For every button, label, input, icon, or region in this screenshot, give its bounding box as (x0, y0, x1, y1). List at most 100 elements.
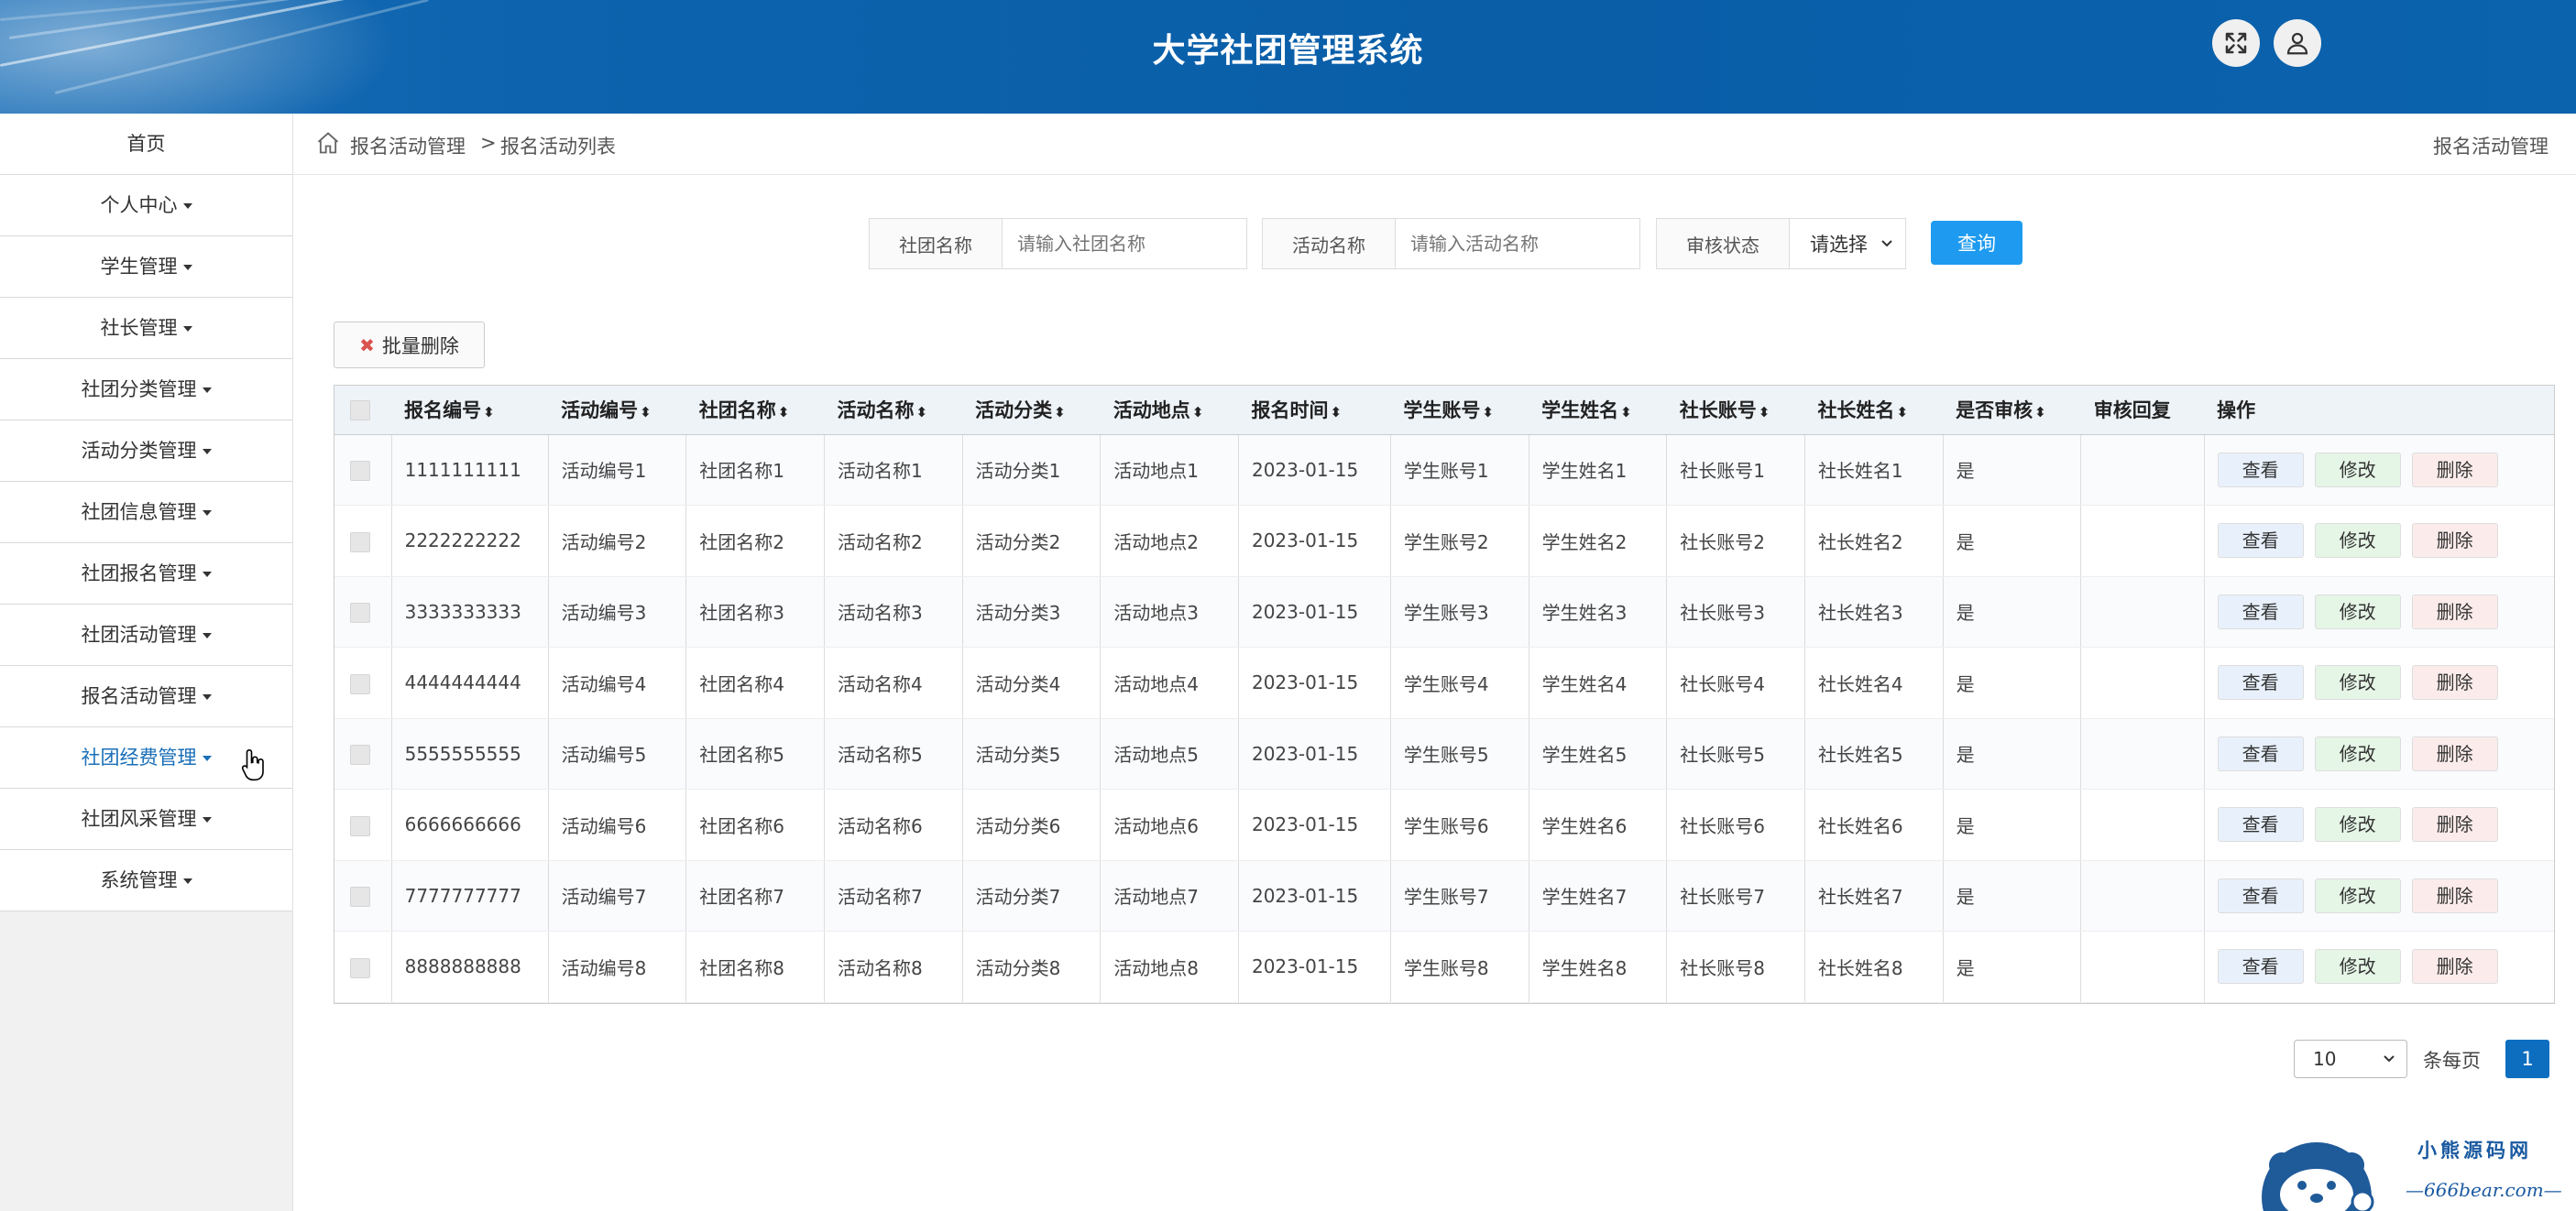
sidebar: 首页 个人中心 学生管理 社长管理 社团分类管理 活动分类管理 社团信息管理 社… (0, 114, 293, 1211)
view-button[interactable]: 查看 (2217, 523, 2304, 559)
edit-button[interactable]: 修改 (2314, 736, 2401, 771)
edit-button[interactable]: 修改 (2314, 452, 2401, 487)
review-status-select[interactable]: 请选择 (1790, 219, 1905, 268)
delete-button[interactable]: 删除 (2411, 807, 2498, 843)
column-header[interactable]: 学生账号 ⬍ (1390, 386, 1529, 435)
sidebar-item-presidents[interactable]: 社长管理 (0, 298, 292, 359)
column-header[interactable]: 社长账号 ⬍ (1666, 386, 1805, 435)
column-header[interactable]: 是否审核 ⬍ (1943, 386, 2081, 435)
column-header[interactable]: 学生姓名 ⬍ (1529, 386, 1667, 435)
sidebar-item-activity-signup[interactable]: 报名活动管理 (0, 666, 292, 727)
view-button[interactable]: 查看 (2217, 949, 2304, 985)
row-checkbox[interactable] (350, 745, 370, 765)
select-all-checkbox[interactable] (350, 400, 370, 421)
column-header[interactable]: 活动地点 ⬍ (1100, 386, 1239, 435)
sort-icon[interactable]: ⬍ (1759, 404, 1770, 420)
row-checkbox[interactable] (350, 887, 370, 907)
table-cell: 学生姓名5 (1529, 718, 1668, 790)
table-cell: 社长姓名2 (1804, 505, 1944, 577)
sidebar-item-activity-categories[interactable]: 活动分类管理 (0, 420, 292, 482)
column-header[interactable]: 活动分类 ⬍ (962, 386, 1101, 435)
sort-icon[interactable]: ⬍ (1620, 404, 1632, 420)
sidebar-item-home[interactable]: 首页 (0, 114, 292, 175)
sort-icon[interactable]: ⬍ (1896, 404, 1908, 420)
row-checkbox[interactable] (350, 673, 370, 694)
row-checkbox[interactable] (350, 815, 370, 836)
delete-button[interactable]: 删除 (2411, 736, 2498, 771)
row-checkbox[interactable] (350, 957, 370, 978)
table-cell: 8888888888 (391, 931, 549, 1003)
edit-button[interactable]: 修改 (2314, 807, 2401, 843)
table-cell: 活动分类4 (962, 647, 1102, 719)
home-icon[interactable] (315, 130, 341, 156)
edit-button[interactable]: 修改 (2314, 594, 2401, 629)
delete-button[interactable]: 删除 (2411, 878, 2498, 913)
sort-icon[interactable]: ⬍ (640, 404, 652, 420)
table-cell: 是 (1943, 860, 2082, 932)
view-button[interactable]: 查看 (2217, 594, 2304, 629)
caret-down-icon (202, 817, 212, 823)
column-header[interactable]: 活动编号 ⬍ (548, 386, 686, 435)
delete-button[interactable]: 删除 (2411, 665, 2498, 701)
view-button[interactable]: 查看 (2217, 665, 2304, 701)
sidebar-item-personal-center[interactable]: 个人中心 (0, 175, 292, 236)
page-button-current[interactable]: 1 (2505, 1040, 2549, 1078)
sort-icon[interactable]: ⬍ (778, 404, 790, 420)
row-checkbox[interactable] (350, 531, 370, 552)
edit-button[interactable]: 修改 (2314, 949, 2401, 985)
sidebar-item-label: 个人中心 (100, 194, 178, 216)
delete-button[interactable]: 删除 (2411, 452, 2498, 487)
user-menu-button[interactable] (2274, 19, 2321, 67)
delete-button[interactable]: 删除 (2411, 949, 2498, 985)
delete-button[interactable]: 删除 (2411, 594, 2498, 629)
sort-icon[interactable]: ⬍ (1054, 404, 1066, 420)
table-cell: 活动名称8 (824, 931, 963, 1003)
edit-button[interactable]: 修改 (2314, 523, 2401, 559)
batch-delete-button[interactable]: ✖ 批量删除 (334, 322, 485, 368)
batch-delete-label: 批量删除 (381, 334, 459, 357)
table-cell: 活动名称2 (824, 505, 963, 577)
column-header-label: 审核回复 (2093, 399, 2171, 422)
edit-button[interactable]: 修改 (2314, 878, 2401, 913)
sort-icon[interactable]: ⬍ (2034, 404, 2046, 420)
table-cell: 活动名称7 (824, 860, 963, 932)
page-size-select[interactable]: 10 (2294, 1040, 2407, 1078)
sidebar-item-club-showcase[interactable]: 社团风采管理 (0, 789, 292, 850)
fullscreen-button[interactable] (2212, 19, 2260, 67)
sidebar-item-system[interactable]: 系统管理 (0, 850, 292, 911)
breadcrumb-level1[interactable]: 报名活动管理 (350, 132, 466, 159)
sidebar-item-club-categories[interactable]: 社团分类管理 (0, 359, 292, 420)
activity-name-input[interactable] (1396, 219, 1639, 268)
row-checkbox-cell (334, 718, 392, 790)
sort-icon[interactable]: ⬍ (1192, 404, 1204, 420)
sidebar-item-club-activities[interactable]: 社团活动管理 (0, 605, 292, 666)
view-button[interactable]: 查看 (2217, 878, 2304, 913)
row-checkbox[interactable] (350, 603, 370, 623)
view-button[interactable]: 查看 (2217, 807, 2304, 843)
view-button[interactable]: 查看 (2217, 736, 2304, 771)
sidebar-item-club-signup[interactable]: 社团报名管理 (0, 543, 292, 605)
column-header[interactable]: 报名时间 ⬍ (1238, 386, 1391, 435)
breadcrumb-level2: 报名活动列表 (500, 136, 616, 158)
sort-icon[interactable]: ⬍ (1330, 404, 1342, 420)
view-button[interactable]: 查看 (2217, 452, 2304, 487)
column-header[interactable]: 社团名称 ⬍ (685, 386, 825, 435)
table-cell: 社长姓名5 (1804, 718, 1944, 790)
sidebar-item-club-info[interactable]: 社团信息管理 (0, 482, 292, 543)
column-header[interactable]: 报名编号 ⬍ (391, 386, 549, 435)
edit-button[interactable]: 修改 (2314, 665, 2401, 701)
delete-button[interactable]: 删除 (2411, 523, 2498, 559)
sort-icon[interactable]: ⬍ (1482, 404, 1494, 420)
sidebar-item-label: 社团经费管理 (81, 747, 197, 769)
row-checkbox[interactable] (350, 461, 370, 481)
club-name-input[interactable] (1003, 219, 1246, 268)
sort-icon[interactable]: ⬍ (483, 404, 495, 420)
column-header[interactable]: 活动名称 ⬍ (824, 386, 963, 435)
sort-icon[interactable]: ⬍ (915, 404, 927, 420)
column-header[interactable]: 社长姓名 ⬍ (1804, 386, 1944, 435)
query-button[interactable]: 查询 (1931, 221, 2022, 265)
sidebar-item-students[interactable]: 学生管理 (0, 236, 292, 298)
sidebar-item-label: 社团报名管理 (81, 562, 197, 584)
breadcrumb: 报名活动管理 > 报名活动列表 报名活动管理 (293, 114, 2576, 175)
review-status-value: 请选择 (1810, 234, 1868, 256)
